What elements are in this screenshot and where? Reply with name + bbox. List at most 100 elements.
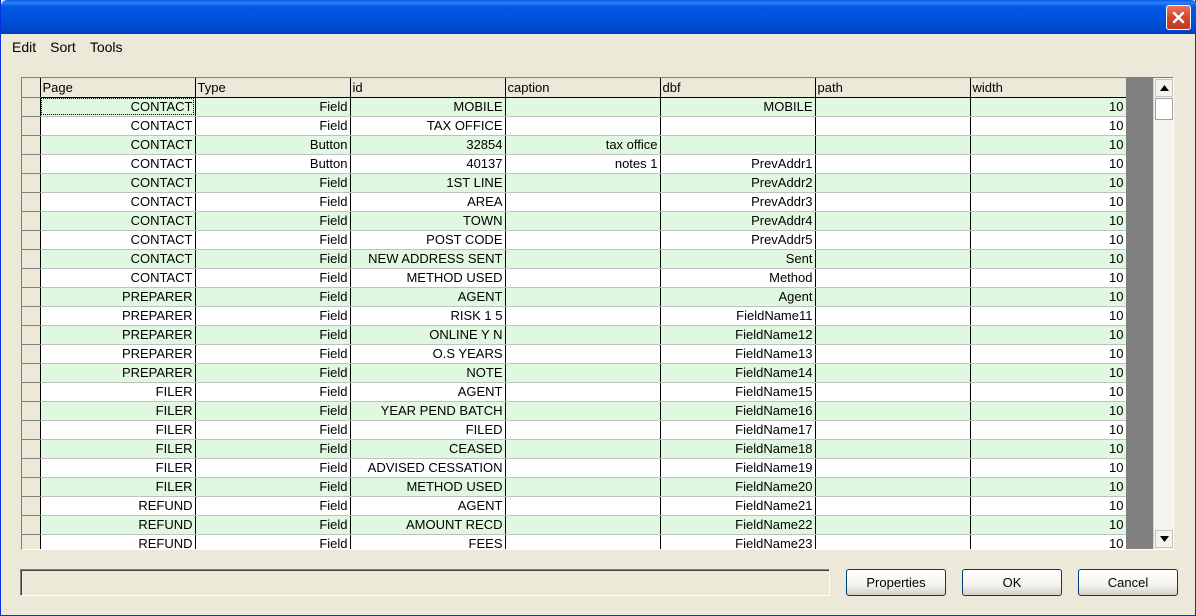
cell-type[interactable]: Field [195, 496, 351, 516]
vertical-scrollbar[interactable] [1153, 78, 1173, 549]
cell-dbf[interactable]: FieldName20 [660, 477, 816, 497]
cell-type[interactable]: Field [195, 515, 351, 535]
cell-caption[interactable] [505, 116, 661, 136]
cell-type[interactable]: Field [195, 534, 351, 549]
cell-width[interactable]: 10 [970, 116, 1127, 136]
cell-type[interactable]: Button [195, 154, 351, 174]
cell-width[interactable]: 10 [970, 534, 1127, 549]
row-header[interactable] [22, 211, 41, 231]
cell-path[interactable] [815, 192, 971, 212]
cell-path[interactable] [815, 135, 971, 155]
cell-path[interactable] [815, 268, 971, 288]
row-header[interactable] [22, 382, 41, 402]
cell-width[interactable]: 10 [970, 268, 1127, 288]
cell-caption[interactable] [505, 268, 661, 288]
cell-page[interactable]: FILER [40, 401, 196, 421]
cell-dbf[interactable]: FieldName23 [660, 534, 816, 549]
row-header[interactable] [22, 477, 41, 497]
column-header-dbf[interactable]: dbf [660, 78, 816, 98]
table-row[interactable]: CONTACT Field NEW ADDRESS SENT Sent 10 [22, 249, 1127, 269]
cell-page[interactable]: CONTACT [40, 211, 196, 231]
row-header[interactable] [22, 154, 41, 174]
cell-width[interactable]: 10 [970, 173, 1127, 193]
cell-caption[interactable] [505, 325, 661, 345]
cell-caption[interactable] [505, 192, 661, 212]
cell-width[interactable]: 10 [970, 344, 1127, 364]
row-header[interactable] [22, 306, 41, 326]
cell-page[interactable]: CONTACT [40, 249, 196, 269]
scroll-down-button[interactable] [1155, 530, 1173, 548]
cell-id[interactable]: METHOD USED [350, 477, 506, 497]
cell-caption[interactable] [505, 287, 661, 307]
cell-caption[interactable] [505, 420, 661, 440]
cell-type[interactable]: Field [195, 230, 351, 250]
cell-id[interactable]: ADVISED CESSATION [350, 458, 506, 478]
cell-path[interactable] [815, 249, 971, 269]
cell-id[interactable]: CEASED [350, 439, 506, 459]
row-header[interactable] [22, 325, 41, 345]
column-header-caption[interactable]: caption [505, 78, 661, 98]
cell-id[interactable]: ONLINE Y N [350, 325, 506, 345]
cell-path[interactable] [815, 173, 971, 193]
cell-path[interactable] [815, 515, 971, 535]
row-header[interactable] [22, 97, 41, 117]
cell-width[interactable]: 10 [970, 439, 1127, 459]
cell-id[interactable]: AREA [350, 192, 506, 212]
cell-path[interactable] [815, 382, 971, 402]
cell-caption[interactable] [505, 230, 661, 250]
table-row[interactable]: FILER Field METHOD USED FieldName20 10 [22, 477, 1127, 497]
ok-button[interactable]: OK [962, 569, 1062, 596]
cell-path[interactable] [815, 230, 971, 250]
cell-type[interactable]: Field [195, 268, 351, 288]
cell-dbf[interactable]: Method [660, 268, 816, 288]
column-header-id[interactable]: id [350, 78, 506, 98]
table-row[interactable]: CONTACT Button 40137 notes 1 PrevAddr1 10 [22, 154, 1127, 174]
table-row[interactable]: FILER Field FILED FieldName17 10 [22, 420, 1127, 440]
table-row[interactable]: CONTACT Field METHOD USED Method 10 [22, 268, 1127, 288]
cell-width[interactable]: 10 [970, 192, 1127, 212]
table-row[interactable]: FILER Field CEASED FieldName18 10 [22, 439, 1127, 459]
table-row[interactable]: CONTACT Field 1ST LINE PrevAddr2 10 [22, 173, 1127, 193]
cell-path[interactable] [815, 477, 971, 497]
cell-width[interactable]: 10 [970, 515, 1127, 535]
cell-width[interactable]: 10 [970, 477, 1127, 497]
cell-caption[interactable] [505, 534, 661, 549]
cell-width[interactable]: 10 [970, 211, 1127, 231]
cell-caption[interactable] [505, 249, 661, 269]
row-header[interactable] [22, 116, 41, 136]
cell-id[interactable]: AMOUNT RECD [350, 515, 506, 535]
table-row[interactable]: PREPARER Field NOTE FieldName14 10 [22, 363, 1127, 383]
table-row[interactable]: FILER Field ADVISED CESSATION FieldName19 10 [22, 458, 1127, 478]
cell-page[interactable]: CONTACT [40, 135, 196, 155]
cell-page[interactable]: REFUND [40, 496, 196, 516]
table-row[interactable]: CONTACT Field AREA PrevAddr3 10 [22, 192, 1127, 212]
cell-type[interactable]: Field [195, 173, 351, 193]
cell-id[interactable]: 40137 [350, 154, 506, 174]
cell-dbf[interactable]: PrevAddr5 [660, 230, 816, 250]
row-header[interactable] [22, 173, 41, 193]
cell-page[interactable]: FILER [40, 382, 196, 402]
table-row[interactable]: PREPARER Field RISK 1 5 FieldName11 10 [22, 306, 1127, 326]
cell-id[interactable]: POST CODE [350, 230, 506, 250]
cell-dbf[interactable]: PrevAddr4 [660, 211, 816, 231]
cell-id[interactable]: MOBILE [350, 97, 506, 117]
cell-type[interactable]: Field [195, 363, 351, 383]
cell-page[interactable]: REFUND [40, 534, 196, 549]
cell-caption[interactable] [505, 344, 661, 364]
cell-type[interactable]: Field [195, 420, 351, 440]
scroll-thumb[interactable] [1155, 98, 1173, 120]
column-header-path[interactable]: path [815, 78, 971, 98]
row-header[interactable] [22, 135, 41, 155]
cell-path[interactable] [815, 344, 971, 364]
cell-caption[interactable] [505, 439, 661, 459]
cell-caption[interactable] [505, 173, 661, 193]
cell-caption[interactable] [505, 401, 661, 421]
cell-id[interactable]: NEW ADDRESS SENT [350, 249, 506, 269]
cell-id[interactable]: RISK 1 5 [350, 306, 506, 326]
row-header[interactable] [22, 458, 41, 478]
cell-id[interactable]: 1ST LINE [350, 173, 506, 193]
cell-width[interactable]: 10 [970, 97, 1127, 117]
cell-width[interactable]: 10 [970, 363, 1127, 383]
cell-type[interactable]: Field [195, 477, 351, 497]
cell-dbf[interactable]: Sent [660, 249, 816, 269]
